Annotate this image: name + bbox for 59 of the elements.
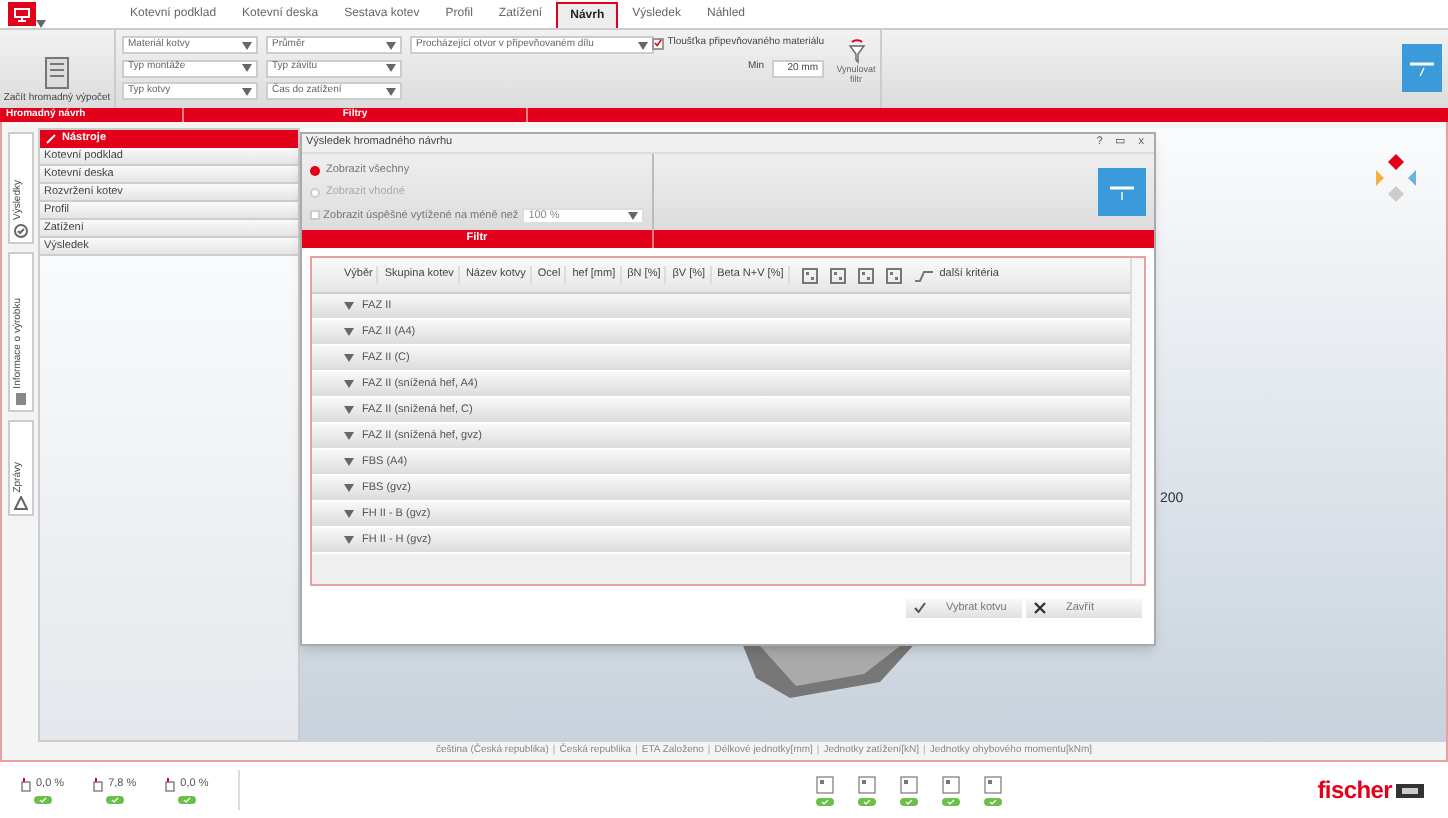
plate-layout-icon: [801, 267, 818, 283]
check-status-icon: [857, 775, 876, 793]
scrollbar[interactable]: [1130, 258, 1144, 584]
checkmark-icon: [653, 38, 662, 49]
checkmark-icon: [914, 602, 926, 614]
view-button[interactable]: [1402, 44, 1442, 92]
check-status-icon: [983, 775, 1002, 793]
ok-badge-icon: [105, 796, 124, 805]
funnel-icon: [847, 38, 865, 64]
radio-button[interactable]: [310, 165, 320, 176]
logo-mark-icon: [1396, 783, 1424, 797]
ok-badge-icon: [177, 796, 196, 805]
monitor-icon: [14, 7, 30, 21]
app-menu-button[interactable]: [8, 2, 36, 26]
book-icon: [13, 392, 27, 406]
pencil-icon: [46, 134, 56, 144]
caret-icon: [344, 510, 354, 518]
caret-icon: [628, 211, 638, 220]
caret-icon: [386, 87, 396, 96]
anchor-load-icon: [164, 777, 177, 791]
anchor-load-icon: [20, 777, 32, 791]
ok-badge-icon: [857, 797, 876, 805]
navigation-cube-icon: [1370, 152, 1422, 204]
check-status-icon: [941, 775, 960, 793]
caret-icon: [242, 87, 252, 96]
close-icon: [1034, 602, 1046, 614]
caret-icon: [386, 41, 396, 49]
bar-icon: [1408, 58, 1436, 78]
anchor-load-icon: [92, 777, 105, 791]
caret-icon: [242, 41, 252, 49]
caret-icon: [344, 432, 354, 440]
check-status-icon: [815, 775, 834, 793]
document-icon: [43, 56, 71, 92]
plate-layout-icon: [829, 267, 846, 283]
ok-badge-icon: [899, 797, 918, 805]
caret-icon: [242, 64, 252, 73]
ok-badge-icon: [815, 797, 834, 805]
check-circle-icon: [13, 224, 27, 238]
caret-icon: [344, 380, 354, 388]
caret-icon: [344, 458, 354, 466]
ok-badge-icon: [33, 796, 52, 805]
view-button[interactable]: [1098, 168, 1146, 216]
check-status-icon: [899, 775, 918, 793]
caret-icon: [344, 302, 354, 310]
plate-layout-icon: [885, 267, 902, 283]
bar-icon: [1108, 182, 1136, 202]
ok-badge-icon: [983, 797, 1002, 805]
caret-icon: [344, 354, 354, 362]
caret-icon: [386, 64, 396, 73]
caret-icon: [344, 328, 354, 336]
logo-text: fischer: [1317, 774, 1392, 808]
caret-icon: [344, 484, 354, 492]
caret-icon: [344, 536, 354, 544]
caret-icon: [344, 406, 354, 414]
plate-layout-icon: [857, 267, 874, 283]
profile-icon: [913, 269, 934, 281]
ok-badge-icon: [941, 797, 960, 805]
caret-icon: [638, 41, 648, 49]
warning-icon: [13, 496, 27, 510]
